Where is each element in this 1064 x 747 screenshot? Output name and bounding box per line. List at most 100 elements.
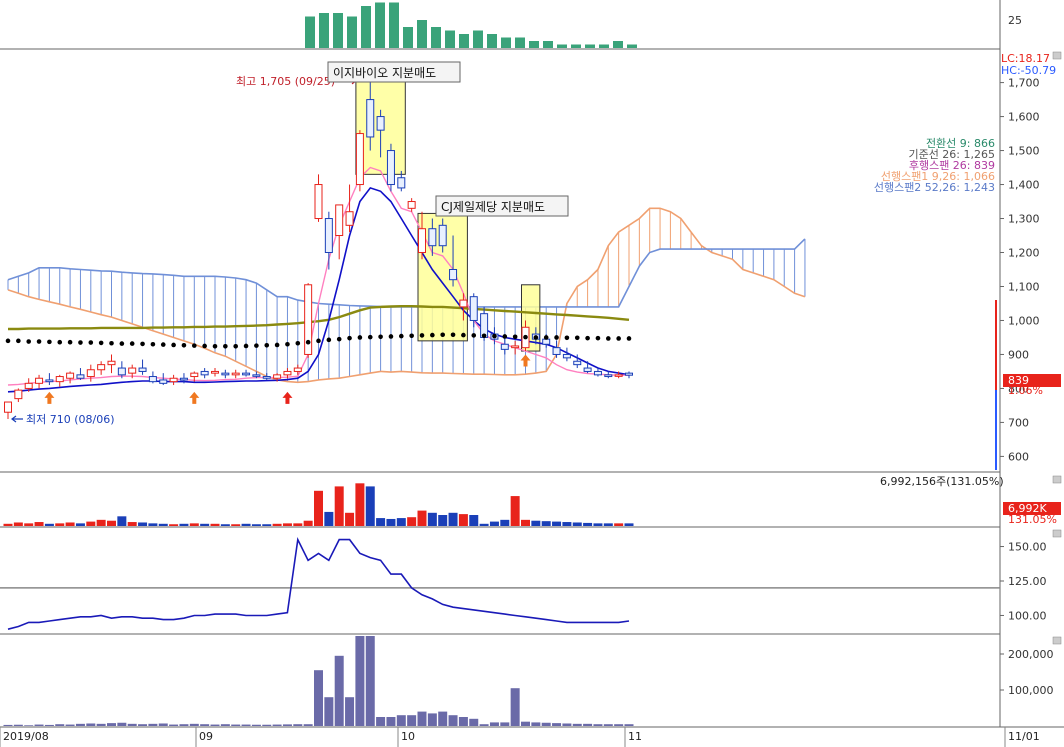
bottom-bar: [458, 717, 468, 726]
collapse-icon[interactable]: [1052, 475, 1062, 484]
volume-bar: [324, 511, 334, 526]
candle: [169, 377, 178, 383]
volume-bar: [531, 520, 541, 526]
bottom-bar: [521, 721, 530, 726]
volume-bar: [624, 523, 634, 526]
candle: [324, 218, 333, 254]
lagging-dot: [367, 334, 373, 340]
volume-bar: [117, 516, 127, 526]
bottom-bar: [541, 722, 551, 726]
bottom-bar: [148, 723, 158, 726]
bottom-bar: [552, 723, 562, 726]
x-tick-label: 11/01: [1008, 730, 1040, 743]
candle: [459, 299, 468, 308]
volume-bar: [365, 486, 375, 526]
volume-bar: [241, 523, 251, 526]
volume-bar: [24, 523, 34, 526]
collapse-icon[interactable]: [1052, 636, 1062, 645]
candle: [24, 382, 33, 389]
candle: [583, 367, 592, 372]
bottom-bar: [500, 722, 510, 726]
y-tick-label: 1,600: [1008, 111, 1040, 124]
lagging-dot: [523, 334, 528, 340]
bottom-bar: [96, 723, 106, 726]
mini-bar: [459, 34, 469, 48]
lagging-dot: [16, 338, 21, 344]
candle: [128, 367, 137, 374]
volume-bar: [251, 524, 261, 526]
mini-bar: [389, 2, 399, 48]
low-annotation: 최저 710 (08/06): [26, 413, 115, 426]
collapse-icon[interactable]: [1052, 51, 1062, 60]
mini-bar: [543, 41, 553, 48]
volume-bar: [593, 523, 603, 526]
bottom-bar: [138, 724, 148, 726]
bottom-bar: [303, 724, 313, 726]
percent-badge-text: 1.06%: [1008, 384, 1043, 397]
bottom-bar: [3, 724, 13, 726]
lagging-dot: [357, 335, 363, 340]
volume-bar: [272, 523, 282, 526]
lagging-dot: [254, 343, 259, 348]
candle: [211, 370, 219, 374]
lagging-dot: [595, 335, 601, 341]
candle: [200, 370, 209, 376]
bottom-bar: [179, 724, 189, 726]
collapse-icon[interactable]: [1052, 529, 1062, 538]
volume-bar: [179, 523, 189, 526]
top-tick-label: 25: [1008, 14, 1022, 27]
bottom-bar: [624, 724, 634, 726]
candle: [262, 376, 271, 379]
range-bar-blue: [995, 390, 997, 470]
bottom-bar: [117, 722, 127, 726]
lagging-dot: [192, 343, 197, 348]
candle: [159, 379, 168, 384]
y-tick-label: 700: [1008, 416, 1029, 429]
bottom-bar: [334, 655, 344, 726]
bottom-bar: [448, 715, 458, 726]
candle: [552, 347, 561, 355]
volume-bar: [376, 518, 386, 526]
lagging-dot: [450, 332, 456, 338]
candle: [107, 360, 116, 366]
lagging-dot: [150, 341, 156, 347]
candle: [386, 150, 395, 186]
volume-bar: [396, 518, 406, 526]
candle: [345, 211, 354, 226]
y-tick-label: 1,400: [1008, 179, 1040, 192]
candle: [314, 184, 323, 220]
volume-bar: [386, 518, 396, 526]
bottom-bar: [127, 723, 137, 726]
lagging-dot: [243, 343, 249, 349]
lagging-dot: [461, 332, 466, 338]
volume-bar: [200, 523, 210, 526]
lagging-dot: [502, 334, 508, 339]
volume-bar: [500, 519, 510, 526]
lagging-dot: [440, 332, 446, 338]
mini-bar: [473, 30, 483, 48]
legend-item: 선행스팬2 52,26: 1,243: [874, 181, 995, 194]
lagging-dot: [585, 335, 590, 341]
lagging-dot: [347, 335, 352, 341]
annotation-label-1: 이지바이오 지분매도: [333, 66, 436, 80]
lagging-dot: [409, 333, 414, 339]
candle: [376, 116, 385, 131]
bottom-bar: [272, 724, 282, 726]
candle: [117, 367, 126, 376]
lagging-dot: [98, 340, 104, 346]
candle: [293, 367, 302, 372]
candle: [511, 345, 520, 349]
lagging-dot: [5, 338, 11, 344]
bottom-bar: [314, 670, 323, 726]
volume-bar: [148, 523, 158, 526]
volume-bar: [572, 522, 582, 526]
high-annotation: 최고 1,705 (09/25): [236, 75, 335, 88]
lagging-dot: [129, 341, 135, 346]
candle: [179, 377, 188, 381]
mini-bar: [515, 37, 525, 48]
lagging-dot: [305, 339, 311, 345]
bottom-bar: [158, 723, 168, 726]
bottom-bar: [593, 724, 603, 726]
volume-bar: [448, 512, 458, 526]
candle: [231, 372, 240, 376]
